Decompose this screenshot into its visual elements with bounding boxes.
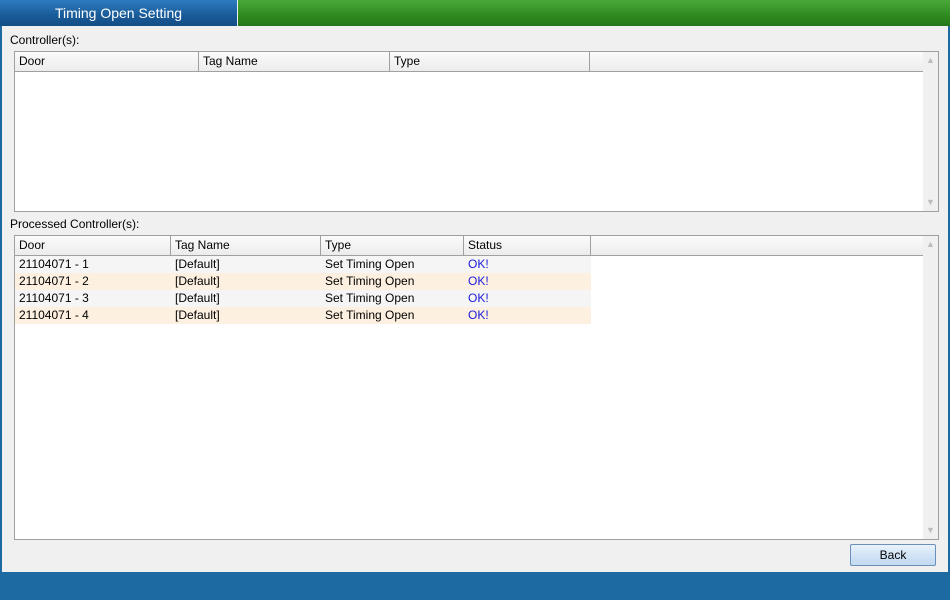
column-header-tag-name[interactable]: Tag Name: [199, 52, 390, 71]
controllers-label: Controller(s):: [10, 33, 80, 47]
column-header-door[interactable]: Door: [15, 52, 199, 71]
processed-controllers-grid[interactable]: Door Tag Name Type Status 21104071 - 1 […: [14, 235, 939, 540]
processed-vertical-scrollbar[interactable]: ▲ ▼: [923, 236, 938, 539]
column-header-tag-name[interactable]: Tag Name: [171, 236, 321, 255]
processed-rows: 21104071 - 1 [Default] Set Timing Open O…: [15, 256, 591, 324]
controllers-vertical-scrollbar[interactable]: ▲ ▼: [923, 52, 938, 211]
chevron-down-icon[interactable]: ▼: [923, 195, 938, 210]
column-header-filler: [591, 236, 923, 255]
window-title: Timing Open Setting: [0, 0, 238, 26]
processed-controllers-label: Processed Controller(s):: [10, 217, 140, 231]
cell-door: 21104071 - 4: [19, 308, 89, 322]
cell-status: OK!: [468, 257, 489, 271]
controllers-grid-header: Door Tag Name Type: [15, 52, 923, 72]
controllers-grid[interactable]: Door Tag Name Type ▲ ▼: [14, 51, 939, 212]
cell-type: Set Timing Open: [325, 274, 415, 288]
cell-door: 21104071 - 1: [19, 257, 89, 271]
title-bar: Timing Open Setting: [0, 0, 950, 26]
cell-tag-name: [Default]: [175, 291, 220, 305]
column-header-type[interactable]: Type: [390, 52, 590, 71]
table-row[interactable]: 21104071 - 4 [Default] Set Timing Open O…: [15, 307, 591, 324]
table-row[interactable]: 21104071 - 2 [Default] Set Timing Open O…: [15, 273, 591, 290]
cell-status: OK!: [468, 274, 489, 288]
back-button[interactable]: Back: [850, 544, 936, 566]
table-row[interactable]: 21104071 - 1 [Default] Set Timing Open O…: [15, 256, 591, 273]
cell-type: Set Timing Open: [325, 257, 415, 271]
chevron-up-icon[interactable]: ▲: [923, 237, 938, 252]
cell-tag-name: [Default]: [175, 274, 220, 288]
column-header-type[interactable]: Type: [321, 236, 464, 255]
column-header-status[interactable]: Status: [464, 236, 591, 255]
cell-status: OK!: [468, 308, 489, 322]
column-header-door[interactable]: Door: [15, 236, 171, 255]
bottom-bar: [0, 572, 950, 600]
cell-tag-name: [Default]: [175, 257, 220, 271]
cell-tag-name: [Default]: [175, 308, 220, 322]
cell-type: Set Timing Open: [325, 291, 415, 305]
cell-status: OK!: [468, 291, 489, 305]
cell-door: 21104071 - 3: [19, 291, 89, 305]
cell-door: 21104071 - 2: [19, 274, 89, 288]
cell-type: Set Timing Open: [325, 308, 415, 322]
processed-grid-header: Door Tag Name Type Status: [15, 236, 923, 256]
table-row[interactable]: 21104071 - 3 [Default] Set Timing Open O…: [15, 290, 591, 307]
column-header-filler: [590, 52, 923, 71]
main-panel: Controller(s): Door Tag Name Type ▲ ▼ Pr…: [2, 26, 948, 572]
chevron-up-icon[interactable]: ▲: [923, 53, 938, 68]
chevron-down-icon[interactable]: ▼: [923, 523, 938, 538]
